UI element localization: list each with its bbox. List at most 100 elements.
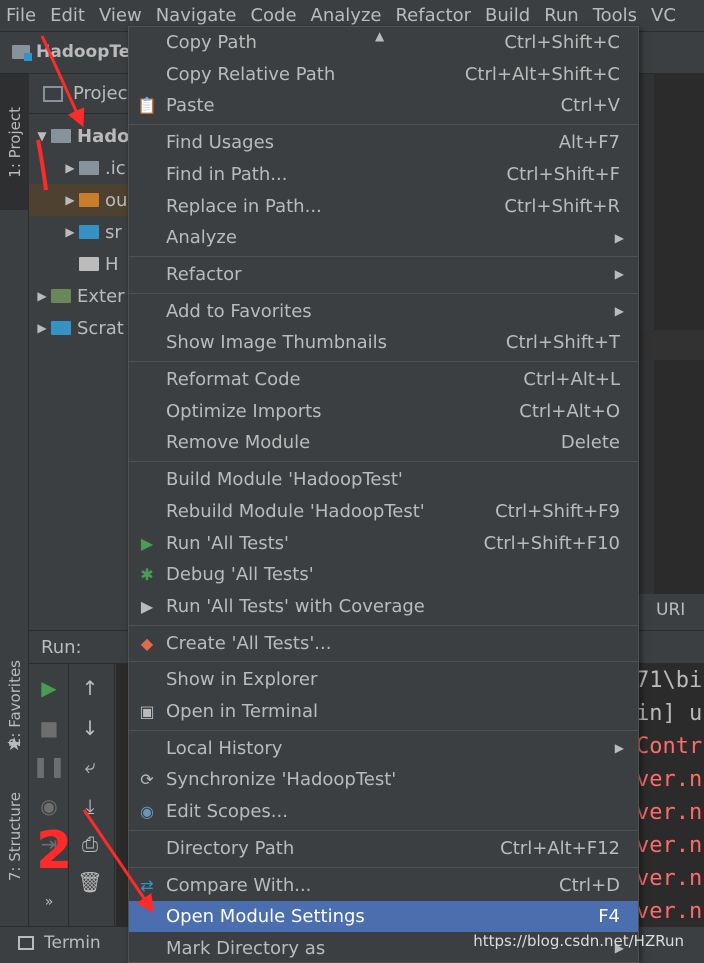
project-panel: Project ▼ Hado ▶ .ic ▶ ou ▶ sr H ▶ Exter ▶ Scrat <box>29 74 139 626</box>
create-config-icon: ◆ <box>140 633 154 653</box>
console-line: 71\bi <box>636 668 703 693</box>
menu-refactor[interactable]: Refactor <box>389 5 479 26</box>
menu-item-directory-path[interactable]: Directory Path Ctrl+Alt+F12 <box>129 833 638 864</box>
menu-item-open-in-terminal[interactable]: ▣ Open in Terminal <box>129 696 638 727</box>
menu-item-add-to-favorites[interactable]: Add to Favorites ▶ <box>129 296 638 327</box>
submenu-arrow-icon: ▶ <box>614 230 624 245</box>
menu-item-build-module-hadooptest[interactable]: Build Module 'HadoopTest' <box>129 464 638 495</box>
menu-item-rebuild-module-hadooptest[interactable]: Rebuild Module 'HadoopTest' Ctrl+Shift+F9 <box>129 496 638 527</box>
trash-icon[interactable]: 🗑 <box>70 870 110 894</box>
menu-item-find-usages[interactable]: Find Usages Alt+F7 <box>129 127 638 158</box>
menu-item-shortcut: Ctrl+Alt+Shift+C <box>464 63 620 85</box>
menu-tools[interactable]: Tools <box>587 5 645 26</box>
menu-analyze[interactable]: Analyze <box>305 5 390 26</box>
menu-separator <box>129 829 638 831</box>
folder-icon <box>51 289 71 303</box>
menu-item-label: Optimize Imports <box>166 400 322 422</box>
pause-icon[interactable]: ❚❚ <box>29 754 69 778</box>
menu-item-label: Show Image Thumbnails <box>166 332 387 354</box>
expand-closed-icon[interactable]: ▶ <box>61 225 79 239</box>
run-toolbar-right: ↑ ↓ ⤶ ⤓ ⎙ 🗑 <box>70 664 115 926</box>
menu-item-show-image-thumbnails[interactable]: Show Image Thumbnails Ctrl+Shift+T <box>129 327 638 358</box>
tree-item[interactable]: ▼ Hado <box>29 120 139 152</box>
dump-threads-icon[interactable]: ◉ <box>29 794 69 818</box>
menu-build[interactable]: Build <box>479 5 538 26</box>
menu-item-synchronize-hadooptest[interactable]: ⟳ Synchronize 'HadoopTest' <box>129 764 638 795</box>
expand-closed-icon[interactable]: ▶ <box>33 289 51 303</box>
menu-item-label: Mark Directory as <box>166 937 326 959</box>
context-menu: ▲ Copy Path Ctrl+Shift+C Copy Relative Pat… <box>128 26 639 963</box>
down-arrow-icon[interactable]: ↓ <box>70 716 110 740</box>
menu-navigate[interactable]: Navigate <box>150 5 245 26</box>
menu-item-paste[interactable]: 📋 Paste Ctrl+V <box>129 90 638 121</box>
menu-item-run-all-tests[interactable]: ▶ Run 'All Tests' Ctrl+Shift+F10 <box>129 528 638 559</box>
menu-item-local-history[interactable]: Local History ▶ <box>129 733 638 764</box>
menu-item-reformat-code[interactable]: Reformat Code Ctrl+Alt+L <box>129 364 638 395</box>
menu-item-label: Directory Path <box>166 837 295 859</box>
tree-item[interactable]: H <box>29 248 139 280</box>
menu-item-label: Open Module Settings <box>166 906 365 928</box>
expand-open-icon[interactable]: ▼ <box>33 129 51 143</box>
menu-item-shortcut: Alt+F7 <box>558 132 620 154</box>
exit-icon[interactable]: ⇥ <box>29 832 69 856</box>
menu-item-label: Find in Path... <box>166 163 288 185</box>
tab-project[interactable]: 1: Project <box>0 74 29 210</box>
menu-item-label: Create 'All Tests'... <box>166 632 332 654</box>
tree-item[interactable]: ▶ .ic <box>29 152 139 184</box>
submenu-arrow-icon: ▶ <box>614 267 624 282</box>
menu-item-compare-with[interactable]: ⇄ Compare With... Ctrl+D <box>129 870 638 901</box>
project-panel-header: Project <box>29 74 139 114</box>
expand-closed-icon[interactable]: ▶ <box>61 193 79 207</box>
menu-item-copy-path[interactable]: Copy Path Ctrl+Shift+C <box>129 27 638 58</box>
tree-item[interactable]: ▶ ou <box>29 184 139 216</box>
expand-closed-icon[interactable]: ▶ <box>33 321 51 335</box>
menu-item-replace-in-path[interactable]: Replace in Path... Ctrl+Shift+R <box>129 191 638 222</box>
menu-vc[interactable]: VC <box>645 5 684 26</box>
menu-item-remove-module[interactable]: Remove Module Delete <box>129 427 638 458</box>
paste-icon: 📋 <box>137 96 157 116</box>
menu-file[interactable]: File <box>0 5 44 26</box>
debug-icon: ✱ <box>140 565 154 585</box>
menu-item-label: Analyze <box>166 227 237 249</box>
tree-item[interactable]: ▶ Scrat <box>29 312 139 344</box>
menu-item-shortcut: Ctrl+Shift+T <box>505 332 620 354</box>
tab-structure[interactable]: 7: Structure <box>0 779 29 894</box>
menu-edit[interactable]: Edit <box>44 5 93 26</box>
rerun-icon[interactable]: ▶ <box>29 676 69 700</box>
menu-item-refactor[interactable]: Refactor ▶ <box>129 259 638 290</box>
expand-closed-icon[interactable]: ▶ <box>61 161 79 175</box>
menu-item-create-all-tests[interactable]: ◆ Create 'All Tests'... <box>129 628 638 659</box>
menu-separator <box>129 461 638 463</box>
up-arrow-icon[interactable]: ↑ <box>70 676 110 700</box>
more-icon[interactable]: » <box>29 894 69 910</box>
menu-run[interactable]: Run <box>538 5 587 26</box>
coverage-icon: ▶ <box>140 596 154 616</box>
menu-item-find-in-path[interactable]: Find in Path... Ctrl+Shift+F <box>129 159 638 190</box>
menu-item-copy-relative-path[interactable]: Copy Relative Path Ctrl+Alt+Shift+C <box>129 59 638 90</box>
menu-item-open-module-settings[interactable]: Open Module Settings F4 <box>129 901 638 933</box>
menu-code[interactable]: Code <box>244 5 304 26</box>
print-icon[interactable]: ⎙ <box>70 832 110 856</box>
menu-separator <box>129 361 638 362</box>
tree-item[interactable]: ▶ Exter <box>29 280 139 312</box>
uri-tab-label[interactable]: URI <box>656 600 685 620</box>
menu-view[interactable]: View <box>93 5 150 26</box>
sync-icon: ⟳ <box>140 770 154 790</box>
menu-item-edit-scopes[interactable]: ◉ Edit Scopes... <box>129 796 638 827</box>
menu-item-label: Debug 'All Tests' <box>166 564 314 586</box>
scroll-to-end-icon[interactable]: ⤓ <box>70 794 110 818</box>
nav-project-crumb[interactable]: HadoopTe <box>12 42 130 62</box>
stop-icon[interactable]: ■ <box>29 716 69 740</box>
menu-item-show-in-explorer[interactable]: Show in Explorer <box>129 664 638 695</box>
menu-item-analyze[interactable]: Analyze ▶ <box>129 222 638 253</box>
menu-item-debug-all-tests[interactable]: ✱ Debug 'All Tests' <box>129 559 638 590</box>
menu-item-run-all-tests-with-coverage[interactable]: ▶ Run 'All Tests' with Coverage <box>129 591 638 622</box>
menu-item-label: Copy Path <box>166 32 257 53</box>
menu-item-label: Show in Explorer <box>166 669 318 691</box>
terminal-tab[interactable]: Termin <box>44 933 101 953</box>
soft-wrap-icon[interactable]: ⤶ <box>70 754 110 778</box>
submenu-arrow-icon: ▶ <box>614 304 624 319</box>
tree-item[interactable]: ▶ sr <box>29 216 139 248</box>
menu-item-optimize-imports[interactable]: Optimize Imports Ctrl+Alt+O <box>129 396 638 427</box>
editor-area <box>638 74 704 594</box>
